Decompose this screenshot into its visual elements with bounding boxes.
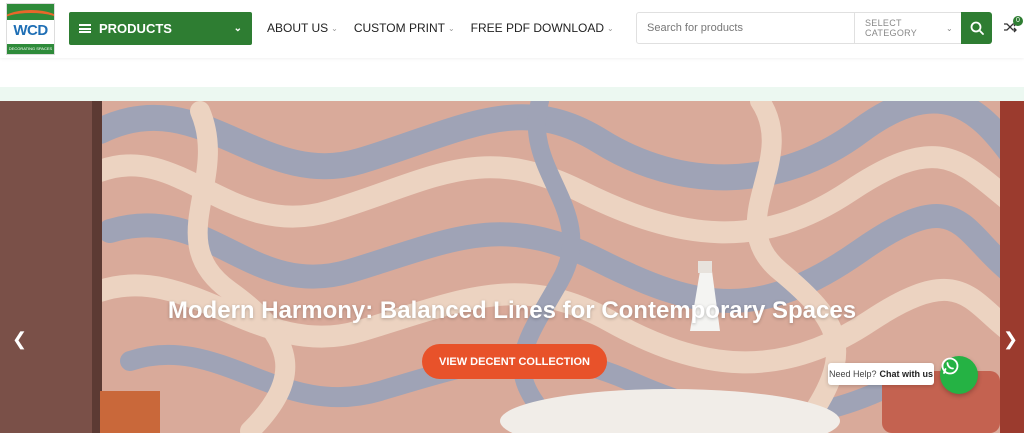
site-logo[interactable]: WCD DECORATING SPACES [6,3,55,55]
announcement-strip [0,87,1024,101]
search-bar: Search for products SELECT CATEGORY ⌄ [636,12,962,44]
nav-item-free-pdf-download[interactable]: FREE PDF DOWNLOAD ⌄ [471,21,614,35]
search-input[interactable]: Search for products [637,13,855,43]
help-strong: Chat with us [879,369,934,379]
whatsapp-icon [941,357,959,375]
hero-title: Modern Harmony: Balanced Lines for Conte… [167,297,857,324]
chevron-down-icon: ⌄ [607,23,614,33]
compare-button[interactable]: 0 [1003,16,1023,36]
hero-slider: Modern Harmony: Balanced Lines for Conte… [0,101,1024,433]
products-label: PRODUCTS [99,21,172,36]
search-button[interactable] [961,12,992,44]
slider-next-icon[interactable]: ❯ [1003,329,1018,350]
view-collection-button[interactable]: VIEW DECENT COLLECTION [422,344,607,379]
chevron-down-icon: ⌄ [945,23,953,33]
category-select[interactable]: SELECT CATEGORY ⌄ [855,13,961,43]
search-icon [970,21,984,35]
hamburger-icon [79,24,91,33]
logo-brand: WCD [13,22,48,39]
nav-item-custom-print[interactable]: CUSTOM PRINT ⌄ [354,21,455,35]
slider-prev-icon[interactable]: ❮ [12,329,27,350]
chevron-down-icon: ⌄ [233,23,242,34]
site-header: WCD DECORATING SPACES PRODUCTS ⌄ ABOUT U… [0,0,1024,58]
logo-tagline: DECORATING SPACES [7,44,54,54]
compare-count-badge: 0 [1013,16,1023,26]
main-nav: ABOUT US ⌄ CUSTOM PRINT ⌄ FREE PDF DOWNLOA… [267,21,630,35]
chevron-down-icon: ⌄ [447,23,455,33]
chat-help-bubble[interactable]: Need Help? Chat with us [828,363,934,385]
help-prefix: Need Help? [828,369,877,379]
products-menu-button[interactable]: PRODUCTS ⌄ [69,12,252,45]
whatsapp-button[interactable] [940,356,978,394]
nav-item-about-us[interactable]: ABOUT US ⌄ [267,21,338,35]
chevron-down-icon: ⌄ [331,23,338,33]
